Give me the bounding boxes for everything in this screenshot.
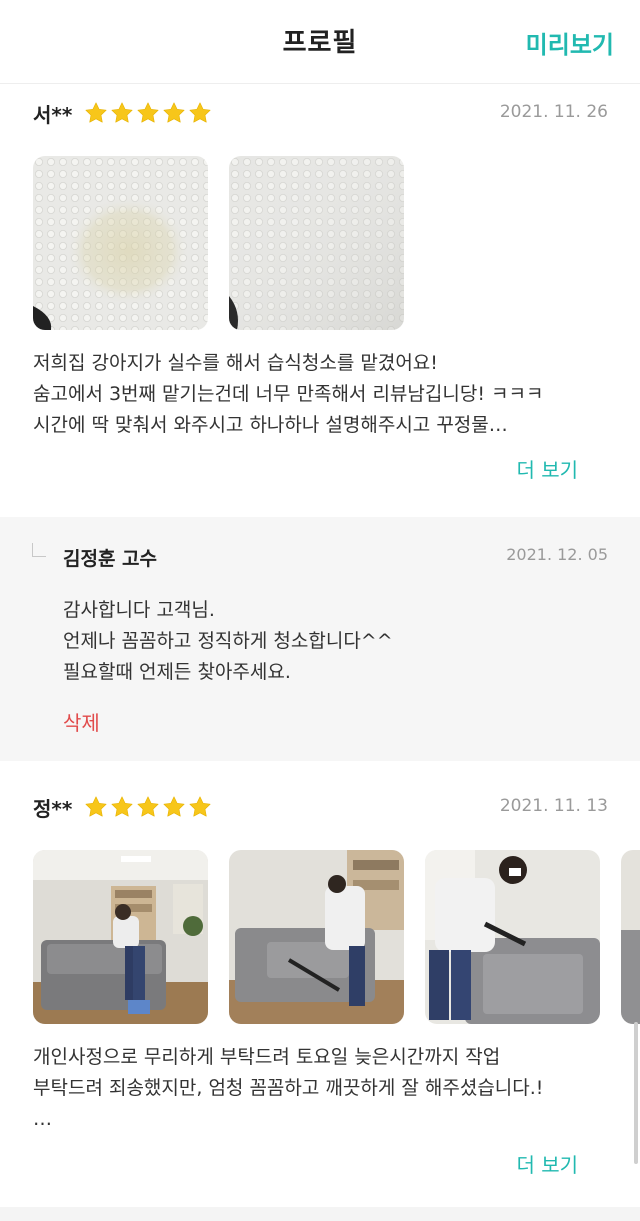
- review-photo[interactable]: [229, 850, 404, 1024]
- review-photo[interactable]: [621, 850, 640, 1024]
- sofa-cleaning-photo: [33, 850, 208, 1024]
- star-icon: [136, 101, 160, 125]
- reply-text-line: 필요할때 언제든 찾아주세요.: [63, 661, 291, 683]
- review-photos[interactable]: [33, 850, 640, 1024]
- star-icon: [188, 101, 212, 125]
- review-text: 저희집 강아지가 실수를 해서 습식청소를 맡겼어요! 숨고에서 3번째 맡기는…: [33, 348, 608, 441]
- sofa-cleaning-photo: [621, 850, 640, 1024]
- review-text-line: 숨고에서 3번째 맡기는건데 너무 만족해서 리뷰남깁니당! ㅋㅋㅋ: [33, 383, 544, 405]
- reply-text-line: 언제나 꼼꼼하고 정직하게 청소합니다^^: [63, 630, 393, 652]
- review-text-line: 저희집 강아지가 실수를 해서 습식청소를 맡겼어요!: [33, 352, 438, 374]
- star-icon: [84, 795, 108, 819]
- delete-reply-button[interactable]: 삭제: [63, 707, 100, 736]
- reply-date: 2021. 12. 05: [506, 545, 608, 564]
- star-icon: [162, 795, 186, 819]
- reply-author: 김정훈 고수: [63, 548, 158, 570]
- sofa-cleaning-photo: [425, 850, 600, 1024]
- review-text-line: …: [33, 1108, 52, 1130]
- star-icon: [188, 795, 212, 819]
- preview-button[interactable]: 미리보기: [526, 25, 614, 60]
- star-icon: [84, 101, 108, 125]
- section-divider: [0, 1207, 640, 1221]
- star-icon: [136, 795, 160, 819]
- mattress-clean-photo: [229, 156, 404, 330]
- star-icon: [110, 101, 134, 125]
- review-text-line: 개인사정으로 무리하게 부탁드려 토요일 늦은시간까지 작업: [33, 1046, 501, 1068]
- review-header: 정**: [33, 792, 212, 822]
- reply-text: 감사합니다 고객님. 언제나 꼼꼼하고 정직하게 청소합니다^^ 필요할때 언제…: [63, 595, 393, 688]
- review-card: 서** 2021. 11. 26 저희집 강아지가 실수를 해서 습식청소를 맡…: [0, 98, 640, 498]
- review-text-line: 부탁드려 죄송했지만, 엄청 꼼꼼하고 깨끗하게 잘 해주셨습니다.!: [33, 1077, 544, 1099]
- reviewer-name: 정**: [33, 796, 73, 821]
- reply-corner-icon: [32, 543, 46, 557]
- review-text: 개인사정으로 무리하게 부탁드려 토요일 늦은시간까지 작업 부탁드려 죄송했지…: [33, 1042, 608, 1135]
- reply-text-line: 감사합니다 고객님.: [63, 599, 215, 621]
- star-rating: [84, 795, 212, 819]
- mattress-stain-photo: [33, 156, 208, 330]
- review-date: 2021. 11. 13: [499, 796, 608, 816]
- more-button[interactable]: 더 보기: [516, 1149, 578, 1178]
- star-rating: [84, 101, 212, 125]
- more-button[interactable]: 더 보기: [516, 454, 578, 483]
- pro-reply: 김정훈 고수 2021. 12. 05 감사합니다 고객님. 언제나 꼼꼼하고 …: [0, 517, 640, 761]
- review-photo[interactable]: [33, 850, 208, 1024]
- review-photo[interactable]: [425, 850, 600, 1024]
- scrollbar-thumb[interactable]: [634, 1022, 638, 1164]
- review-date: 2021. 11. 26: [499, 102, 608, 122]
- sofa-cleaning-photo: [229, 850, 404, 1024]
- star-icon: [162, 101, 186, 125]
- review-header: 서**: [33, 98, 212, 128]
- review-photo[interactable]: [33, 156, 208, 330]
- reviewer-name: 서**: [33, 102, 73, 127]
- review-card: 정** 2021. 11. 13 개인사정으로 무리하게 부탁드려 토요일 늦은…: [0, 792, 640, 1192]
- app-header: 프로필 미리보기: [0, 0, 640, 84]
- review-photos[interactable]: [33, 156, 640, 330]
- star-icon: [110, 795, 134, 819]
- review-photo[interactable]: [229, 156, 404, 330]
- review-text-line: 시간에 딱 맞춰서 와주시고 하나하나 설명해주시고 꾸정물…: [33, 414, 508, 436]
